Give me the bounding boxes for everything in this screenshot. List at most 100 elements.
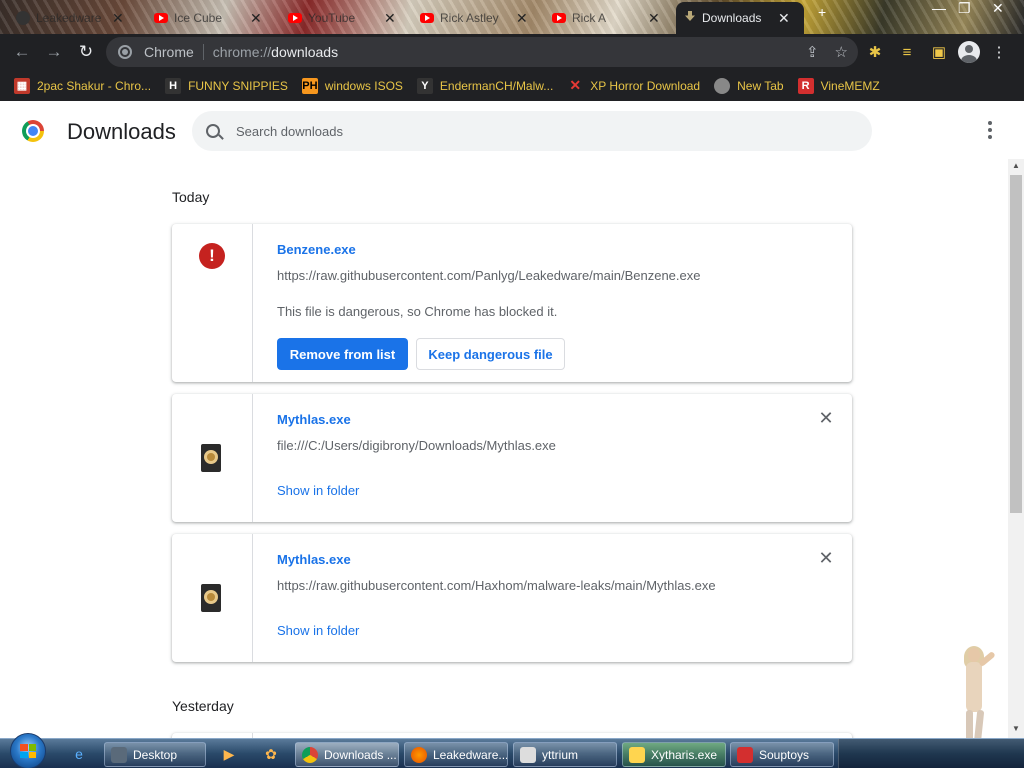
system-tray xyxy=(838,739,1024,768)
start-button[interactable] xyxy=(10,733,46,768)
show-in-folder-link[interactable]: Show in folder xyxy=(277,623,359,638)
github-icon xyxy=(16,11,30,25)
extensions-icon[interactable]: ✱ xyxy=(862,36,888,68)
more-actions-icon[interactable] xyxy=(979,119,1001,141)
new-tab-button[interactable]: + xyxy=(818,4,826,20)
youtube-icon xyxy=(288,13,302,23)
item-icon-area xyxy=(172,394,253,522)
star-icon[interactable]: ☆ xyxy=(835,43,848,61)
bookmark-xp-horror[interactable]: ✕ XP Horror Download xyxy=(567,77,701,94)
bookmark-funny-snippies[interactable]: H FUNNY SNIPPIES xyxy=(165,77,288,94)
omnibox-path: downloads xyxy=(271,44,339,60)
arrow-left-icon: ← xyxy=(13,42,31,61)
bookmark-label: FUNNY SNIPPIES xyxy=(188,78,288,93)
h-icon: H xyxy=(165,77,182,94)
chrome-icon xyxy=(302,746,318,763)
toolbar: ← → ↻ Chrome chrome:// downloads ⇪ ☆ ✱ ≡… xyxy=(0,34,1024,70)
souptoys-icon xyxy=(737,746,753,763)
bookmark-new-tab[interactable]: New Tab xyxy=(714,77,784,94)
tab-downloads[interactable]: Downloads ✕ xyxy=(676,2,804,34)
file-name-link[interactable]: Mythlas.exe xyxy=(277,412,351,427)
minimize-button[interactable]: — xyxy=(932,0,946,16)
taskbar-item-souptoys[interactable]: Souptoys xyxy=(730,742,834,767)
taskbar-item-xytharis[interactable]: Xytharis.exe xyxy=(622,742,726,767)
downloads-page: Downloads Today ! Benzene.exe https://ra… xyxy=(0,101,1024,738)
close-icon[interactable]: ✕ xyxy=(384,10,396,27)
close-icon[interactable]: ✕ xyxy=(516,10,528,27)
back-button[interactable]: ← xyxy=(6,36,38,68)
scrollbar[interactable]: ▲ ▼ xyxy=(1008,159,1024,738)
taskbar-item-desktop[interactable]: Desktop xyxy=(104,742,206,767)
danger-warning: This file is dangerous, so Chrome has bl… xyxy=(277,304,558,319)
tab-strip: Leakedware ✕ Ice Cube ✕ YouTube ✕ Rick A… xyxy=(0,0,1024,34)
section-today: Today xyxy=(172,189,210,205)
bookmark-endermanch[interactable]: Y EndermanCH/Malw... xyxy=(416,77,554,94)
r-icon: R xyxy=(797,77,814,94)
bookmark-label: New Tab xyxy=(737,78,784,93)
yp-icon: Y xyxy=(416,77,433,94)
taskbar-label: yttrium xyxy=(542,747,578,762)
search-input[interactable] xyxy=(236,123,836,139)
bookmark-2pac[interactable]: ▦ 2pac Shakur - Chro... xyxy=(14,77,151,94)
search-bar[interactable] xyxy=(192,111,872,151)
paint-icon[interactable]: ✿ xyxy=(260,743,282,765)
ph-icon: PH xyxy=(301,77,318,94)
tab-leakedware[interactable]: Leakedware ✕ xyxy=(8,4,132,32)
tab-youtube[interactable]: YouTube ✕ xyxy=(280,4,404,32)
windows-logo-icon xyxy=(20,744,36,758)
taskbar-item-leakedware[interactable]: Leakedware... xyxy=(404,742,508,767)
youtube-icon xyxy=(552,13,566,23)
tab-ice-cube[interactable]: Ice Cube ✕ xyxy=(146,4,270,32)
file-url: file:///C:/Users/digibrony/Downloads/Myt… xyxy=(277,438,556,453)
close-icon[interactable]: ✕ xyxy=(818,409,834,427)
close-icon[interactable]: ✕ xyxy=(250,10,262,27)
bookmark-label: EndermanCH/Malw... xyxy=(439,78,554,93)
file-icon xyxy=(201,584,221,612)
close-icon[interactable]: ✕ xyxy=(112,10,124,27)
share-icon[interactable]: ⇪ xyxy=(806,43,819,61)
close-icon[interactable]: ✕ xyxy=(818,549,834,567)
download-item: Mythlas.exe file:///C:/Users/digibrony/D… xyxy=(172,394,852,522)
section-yesterday: Yesterday xyxy=(172,698,234,714)
close-icon[interactable]: ✕ xyxy=(778,10,790,27)
forward-button[interactable]: → xyxy=(38,36,70,68)
taskbar-item-downloads[interactable]: Downloads ... xyxy=(295,742,399,767)
maximize-button[interactable]: ❐ xyxy=(958,0,971,17)
keep-dangerous-file-button[interactable]: Keep dangerous file xyxy=(416,338,565,370)
file-name-link[interactable]: Benzene.exe xyxy=(277,242,356,257)
scrollbar-thumb[interactable] xyxy=(1010,175,1022,513)
danger-icon: ! xyxy=(199,243,225,269)
reload-icon: ↻ xyxy=(78,42,94,61)
tab-title: Ice Cube xyxy=(174,11,223,25)
desktop-icon xyxy=(111,746,127,763)
address-bar[interactable]: Chrome chrome:// downloads ⇪ ☆ xyxy=(106,37,858,67)
taskbar-item-yttrium[interactable]: yttrium xyxy=(513,742,617,767)
media-player-icon[interactable]: ▶ xyxy=(218,743,240,765)
show-in-folder-link[interactable]: Show in folder xyxy=(277,483,359,498)
arrow-right-icon: → xyxy=(45,42,63,61)
scroll-down-icon[interactable]: ▼ xyxy=(1008,724,1024,736)
avatar[interactable] xyxy=(958,41,980,63)
tab-title: Rick Astley xyxy=(440,11,499,25)
divider xyxy=(202,44,204,60)
reload-button[interactable]: ↻ xyxy=(70,36,102,68)
bookmark-label: XP Horror Download xyxy=(590,78,701,93)
scroll-up-icon[interactable]: ▲ xyxy=(1008,161,1024,173)
file-name-link[interactable]: Mythlas.exe xyxy=(277,552,351,567)
ie-icon[interactable]: e xyxy=(68,743,90,765)
taskbar-label: Desktop xyxy=(133,747,178,762)
close-window-button[interactable]: ✕ xyxy=(992,0,1004,17)
bookmark-label: windows ISOS xyxy=(324,78,403,93)
media-icon[interactable]: ≡ xyxy=(894,36,920,68)
bookmark-windows-isos[interactable]: PH windows ISOS xyxy=(301,77,403,94)
tab-title: Rick A xyxy=(572,11,607,25)
tab-rick-a[interactable]: Rick A ✕ xyxy=(544,4,668,32)
image-icon: ▦ xyxy=(14,77,30,94)
remove-from-list-button[interactable]: Remove from list xyxy=(277,338,408,370)
bookmark-vinememz[interactable]: R VineMEMZ xyxy=(797,77,880,94)
menu-icon[interactable]: ⋮ xyxy=(986,36,1012,68)
tab-rick-astley[interactable]: Rick Astley ✕ xyxy=(412,4,536,32)
omnibox-scheme: chrome:// xyxy=(212,44,272,60)
close-icon[interactable]: ✕ xyxy=(648,10,660,27)
side-panel-icon[interactable]: ▣ xyxy=(926,36,952,68)
